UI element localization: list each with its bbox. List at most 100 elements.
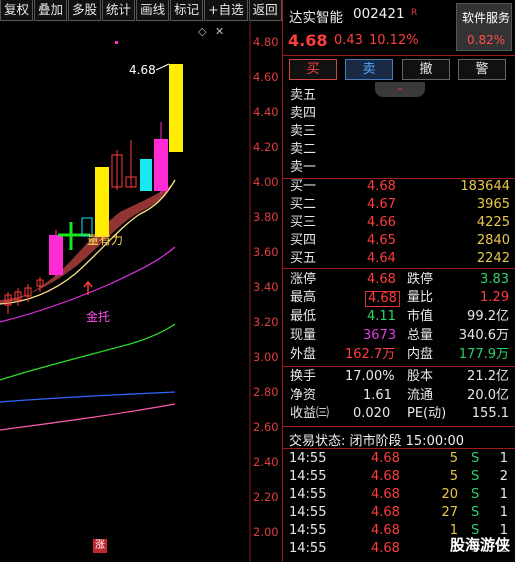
axis-label: 4.40 [253, 105, 279, 119]
candle-cyan-2 [140, 159, 152, 191]
eps-label: 收益㈢ [290, 406, 330, 421]
tick-row: 14:55 4.68 20 S 1 [289, 487, 508, 502]
pe-value: 155.1 [471, 406, 509, 421]
kline-canvas [0, 22, 251, 562]
vol-ratio-value: 1.29 [480, 290, 509, 305]
sector-box[interactable]: 软件服务 0.82% [456, 3, 512, 51]
marker-dot [115, 41, 118, 44]
bid-row: 买三 4.66 4225 [290, 215, 510, 230]
ask-row: 卖四 [290, 106, 317, 121]
equity-label: 股本 [407, 369, 434, 384]
quote-header: 达实智能 002421 R 4.68 0.43 10.12% 软件服务 0.82… [283, 0, 515, 56]
turnover-value: 17.00% [345, 369, 395, 384]
price-change-pct: 10.12% [369, 33, 419, 48]
margin-badge: R [411, 8, 418, 18]
diamond-icon[interactable]: ◇ [198, 25, 206, 38]
nav-label: 净资 [290, 388, 317, 403]
axis-label: 4.60 [253, 70, 279, 84]
outer-label: 外盘 [290, 347, 317, 362]
axis-label: 3.20 [253, 315, 279, 329]
inner-value: 177.9万 [458, 347, 509, 362]
axis-label: 4.80 [253, 35, 279, 49]
peak-leader-line [155, 63, 170, 71]
candle-yellow-limit [169, 64, 183, 152]
divider [283, 426, 515, 427]
sector-name: 软件服务 [462, 11, 511, 25]
close-icon[interactable]: ✕ [215, 25, 224, 38]
tick-row: 14:55 4.68 5 S 1 [289, 451, 508, 466]
equity-value: 21.2亿 [467, 369, 509, 384]
sector-change: 0.82% [467, 33, 506, 47]
low-label: 最低 [290, 309, 317, 324]
high-label: 最高 [290, 290, 317, 305]
buy-button[interactable]: 买 [289, 59, 337, 80]
inner-label: 内盘 [407, 347, 434, 362]
up-arrow-icon [83, 280, 93, 295]
volume-annotation: 量有力 [87, 233, 124, 247]
outer-value: 162.7万 [345, 347, 396, 362]
ma60-line [0, 403, 176, 431]
axis-label: 3.80 [253, 210, 279, 224]
axis-label: 2.20 [253, 490, 279, 504]
axis-label: 4.20 [253, 140, 279, 154]
limit-up-value: 4.68 [367, 272, 396, 287]
current-vol-label: 现量 [290, 328, 317, 343]
add-watchlist-button[interactable]: +自选 [204, 0, 248, 21]
ask-row: 卖二 [290, 142, 317, 157]
float-value: 20.0亿 [467, 388, 509, 403]
limit-down-value: 3.83 [480, 272, 509, 287]
bid-row: 买一 4.68 183644 [290, 179, 510, 194]
vol-ratio-label: 量比 [407, 290, 434, 305]
cancel-order-button[interactable]: 撤 [402, 59, 450, 80]
quote-panel: 达实智能 002421 R 4.68 0.43 10.12% 软件服务 0.82… [282, 0, 515, 562]
axis-label: 2.00 [253, 525, 279, 539]
axis-label: 2.40 [253, 455, 279, 469]
ask-row: 卖三 [290, 124, 317, 139]
ma30-line [0, 391, 176, 403]
ask-row: 卖五 [290, 88, 317, 103]
trade-state: 交易状态: 闭市阶段 15:00:00 [289, 434, 465, 449]
current-vol-value: 3673 [363, 328, 397, 343]
pe-label: PE(动) [407, 406, 447, 421]
support-annotation: 金托 [86, 310, 111, 324]
axis-label: 3.00 [253, 350, 279, 364]
alert-button[interactable]: 警 [458, 59, 506, 80]
limit-up-label: 涨停 [290, 272, 317, 287]
limit-up-badge: 涨 [93, 539, 107, 553]
price-change: 0.43 [334, 33, 363, 48]
statistics-button[interactable]: 统计 [102, 0, 136, 21]
mark-button[interactable]: 标记 [170, 0, 204, 21]
axis-label: 3.40 [253, 280, 279, 294]
peak-price-label: 4.68 [129, 63, 156, 77]
limit-down-label: 跌停 [407, 272, 434, 287]
axis-label: 4.00 [253, 175, 279, 189]
draw-line-button[interactable]: 画线 [136, 0, 170, 21]
sell-button[interactable]: 卖 [345, 59, 393, 80]
restore-rights-button[interactable]: 复权 [0, 0, 34, 21]
overlay-button[interactable]: 叠加 [34, 0, 68, 21]
axis-label: 2.60 [253, 420, 279, 434]
mkt-cap-value: 99.2亿 [467, 309, 509, 324]
mkt-cap-label: 市值 [407, 309, 434, 324]
divider [283, 366, 515, 367]
tick-row: 14:55 4.68 27 S 1 [289, 505, 508, 520]
divider [283, 448, 515, 449]
eps-value: 0.020 [353, 406, 391, 421]
multi-stock-button[interactable]: 多股 [68, 0, 102, 21]
ask-row: 卖一 [290, 160, 317, 175]
high-value: 4.68 [365, 291, 400, 307]
bid-row: 买二 4.67 3965 [290, 197, 510, 212]
axis-label: 3.60 [253, 245, 279, 259]
total-vol-value: 340.6万 [458, 328, 509, 343]
bid-row: 买四 4.65 2840 [290, 233, 510, 248]
low-value: 4.11 [367, 309, 396, 324]
nav-value: 1.61 [363, 388, 392, 403]
watermark: 股海游侠 [449, 536, 510, 554]
kline-chart[interactable]: ◇ ✕ 4.68 量有力 金托 涨 4.80 4.60 4.40 4.20 4.… [0, 22, 281, 562]
tick-row: 14:55 4.68 5 S 2 [289, 469, 508, 484]
stock-code: 002421 [353, 6, 405, 22]
candle-yellow-1 [95, 167, 109, 237]
back-button[interactable]: 返回 [248, 0, 282, 21]
ma20-line [0, 323, 176, 381]
divider [283, 268, 515, 269]
